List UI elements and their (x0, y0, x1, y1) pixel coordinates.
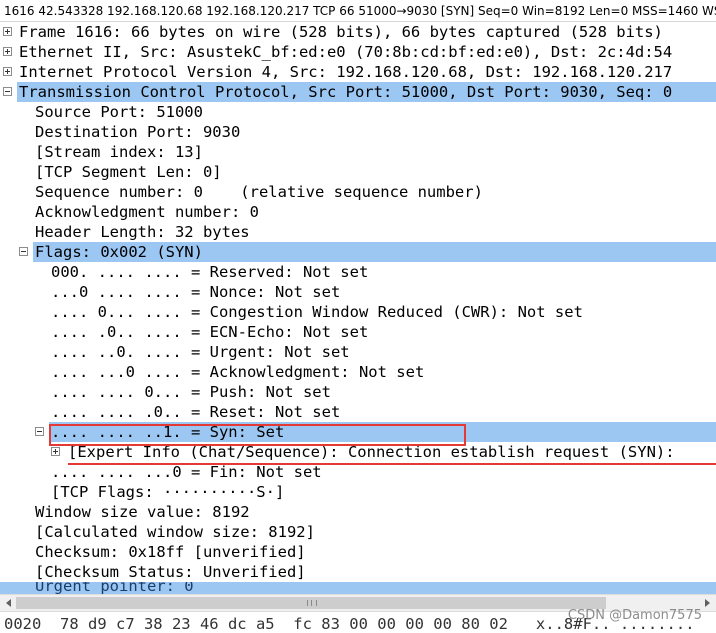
tree-row-label: Window size value: 8192 (35, 503, 250, 521)
tree-row-label: .... 0... .... = Congestion Window Reduc… (51, 303, 583, 321)
expand-plus-icon[interactable] (3, 47, 12, 56)
tree-row-flag-ack[interactable]: .... ...0 .... = Acknowledgment: Not set (0, 362, 716, 382)
packet-summary-text: 1616 42.543328 192.168.120.68 192.168.12… (4, 4, 716, 18)
tree-row-label: Flags: 0x002 (SYN) (35, 243, 203, 261)
tree-row-flag-push[interactable]: .... .... 0... = Push: Not set (0, 382, 716, 402)
tree-row-sequence-number[interactable]: Sequence number: 0 (relative sequence nu… (0, 182, 716, 202)
tree-row-flag-fin[interactable]: .... .... ...0 = Fin: Not set (0, 462, 716, 482)
tree-row-label: [Expert Info (Chat/Sequence): Connection… (68, 443, 675, 461)
tree-row-urgent-pointer[interactable]: Urgent pointer: 0 (0, 582, 716, 594)
tree-row-label: [TCP Flags: ··········S·] (51, 483, 285, 501)
tree-row-label: .... .... .0.. = Reset: Not set (51, 403, 341, 421)
tree-row-segment-len[interactable]: [TCP Segment Len: 0] (0, 162, 716, 182)
tree-row-label: Sequence number: 0 (relative sequence nu… (35, 183, 483, 201)
tree-row-ipv4[interactable]: Internet Protocol Version 4, Src: 192.16… (0, 62, 716, 82)
tree-row-label: Checksum: 0x18ff [unverified] (35, 543, 306, 561)
tree-row-flag-reserved[interactable]: 000. .... .... = Reserved: Not set (0, 262, 716, 282)
packet-details-tree[interactable]: Frame 1616: 66 bytes on wire (528 bits),… (0, 22, 716, 594)
tree-row-label: Header Length: 32 bytes (35, 223, 250, 241)
tree-row-expert-info[interactable]: [Expert Info (Chat/Sequence): Connection… (0, 442, 716, 462)
tree-row-tcp[interactable]: Transmission Control Protocol, Src Port:… (0, 82, 716, 102)
tree-row-ack-number[interactable]: Acknowledgment number: 0 (0, 202, 716, 222)
tree-row-flag-cwr[interactable]: .... 0... .... = Congestion Window Reduc… (0, 302, 716, 322)
tree-row-label: Transmission Control Protocol, Src Port:… (19, 83, 673, 101)
tree-row-checksum-status[interactable]: [Checksum Status: Unverified] (0, 562, 716, 582)
collapse-minus-icon[interactable] (19, 247, 28, 256)
tree-row-label: [TCP Segment Len: 0] (35, 163, 222, 181)
tree-row-label: [Checksum Status: Unverified] (35, 563, 306, 581)
tree-row-source-port[interactable]: Source Port: 51000 (0, 102, 716, 122)
tree-row-label: .... ...0 .... = Acknowledgment: Not set (51, 363, 425, 381)
tree-row-label: Destination Port: 9030 (35, 123, 241, 141)
tree-row-label: Acknowledgment number: 0 (35, 203, 259, 221)
tree-row-calc-window-size[interactable]: [Calculated window size: 8192] (0, 522, 716, 542)
expand-plus-icon[interactable] (3, 27, 12, 36)
tree-row-flag-reset[interactable]: .... .... .0.. = Reset: Not set (0, 402, 716, 422)
tree-row-window-size[interactable]: Window size value: 8192 (0, 502, 716, 522)
tree-row-flag-urgent[interactable]: .... ..0. .... = Urgent: Not set (0, 342, 716, 362)
scroll-left-arrow-icon[interactable] (6, 599, 11, 607)
collapse-minus-icon[interactable] (35, 427, 44, 436)
watermark-text: CSDN @Damon7575 (567, 608, 702, 623)
scroll-right-arrow-icon[interactable] (705, 599, 710, 607)
tree-row-tcp-flags[interactable]: [TCP Flags: ··········S·] (0, 482, 716, 502)
tree-row-flags[interactable]: Flags: 0x002 (SYN) (0, 242, 716, 262)
tree-row-label: ...0 .... .... = Nonce: Not set (51, 283, 341, 301)
expand-plus-icon[interactable] (51, 447, 60, 456)
tree-row-checksum[interactable]: Checksum: 0x18ff [unverified] (0, 542, 716, 562)
tree-row-label: 000. .... .... = Reserved: Not set (51, 263, 369, 281)
tree-row-label: .... .0.. .... = ECN-Echo: Not set (51, 323, 369, 341)
tree-row-destination-port[interactable]: Destination Port: 9030 (0, 122, 716, 142)
tree-row-header-length[interactable]: Header Length: 32 bytes (0, 222, 716, 242)
scrollbar-thumb[interactable] (16, 597, 606, 609)
tree-row-label: Source Port: 51000 (35, 103, 203, 121)
tree-row-label: Internet Protocol Version 4, Src: 192.16… (19, 63, 673, 81)
tree-row-label: .... .... 0... = Push: Not set (51, 383, 331, 401)
tree-row-stream-index[interactable]: [Stream index: 13] (0, 142, 716, 162)
tree-row-label: .... .... ..1. = Syn: Set (51, 423, 285, 441)
tree-row-label: [Stream index: 13] (35, 143, 203, 161)
tree-row-label: Frame 1616: 66 bytes on wire (528 bits),… (19, 23, 663, 41)
tree-row-label: .... .... ...0 = Fin: Not set (51, 463, 322, 481)
tree-row-ethernet[interactable]: Ethernet II, Src: AsustekC_bf:ed:e0 (70:… (0, 42, 716, 62)
tree-row-label: .... ..0. .... = Urgent: Not set (51, 343, 350, 361)
tree-row-flag-syn[interactable]: .... .... ..1. = Syn: Set (0, 422, 716, 442)
tree-row-label: [Calculated window size: 8192] (35, 523, 315, 541)
tree-row-label: Ethernet II, Src: AsustekC_bf:ed:e0 (70:… (19, 43, 673, 61)
tree-row-label: Urgent pointer: 0 (35, 582, 194, 594)
tree-row-flag-ecn-echo[interactable]: .... .0.. .... = ECN-Echo: Not set (0, 322, 716, 342)
packet-summary-line[interactable]: 1616 42.543328 192.168.120.68 192.168.12… (0, 0, 716, 22)
grip-icon (307, 600, 317, 606)
tree-row-frame[interactable]: Frame 1616: 66 bytes on wire (528 bits),… (0, 22, 716, 42)
annotation-underline-expert (68, 463, 716, 465)
expand-plus-icon[interactable] (3, 67, 12, 76)
collapse-minus-icon[interactable] (3, 87, 12, 96)
tree-row-flag-nonce[interactable]: ...0 .... .... = Nonce: Not set (0, 282, 716, 302)
